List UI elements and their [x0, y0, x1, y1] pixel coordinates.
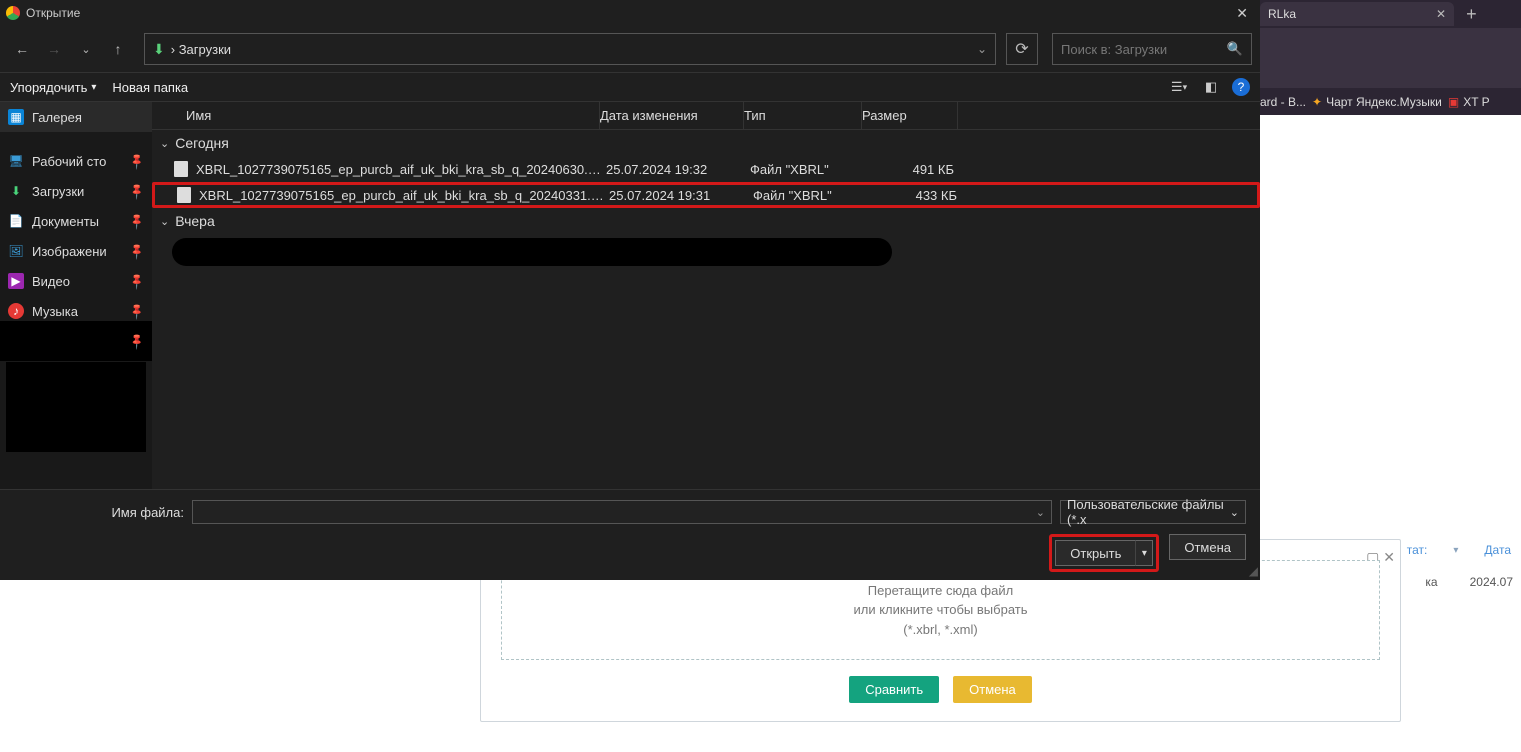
- organize-menu[interactable]: Упорядочить ▾: [10, 80, 96, 95]
- file-pane: Имя Дата изменения Тип Размер ⌄ Сегодня …: [152, 102, 1260, 489]
- gallery-icon: ▦: [8, 109, 24, 125]
- sidebar-item-documents[interactable]: 📄 Документы 📌: [0, 206, 152, 236]
- bookmark-item[interactable]: ✦Чарт Яндекс.Музыки: [1312, 95, 1442, 109]
- compare-button[interactable]: Сравнить: [849, 676, 939, 703]
- pin-icon: 📌: [128, 182, 147, 201]
- sidebar-item-downloads[interactable]: ⬇ Загрузки 📌: [0, 176, 152, 206]
- open-button-highlight: Открыть ▾: [1049, 534, 1159, 572]
- download-icon: ⬇: [8, 183, 24, 199]
- video-icon: ▶: [8, 273, 24, 289]
- pin-icon: 📌: [128, 242, 147, 261]
- tab-label: RLka: [1268, 7, 1296, 21]
- chevron-down-icon[interactable]: ⌄: [1036, 506, 1045, 519]
- col-name[interactable]: Имя: [180, 102, 600, 129]
- search-icon: 🔍: [1227, 41, 1243, 57]
- open-split-button[interactable]: ▾: [1135, 540, 1153, 566]
- nav-row: ← → ⌄ ↑ ⬇ › Загрузки ⌄ ⟳ 🔍: [0, 26, 1260, 72]
- table-header-fragment: тат: ▾ Дата: [1407, 543, 1511, 557]
- pin-icon: 📌: [128, 152, 147, 171]
- help-icon[interactable]: ?: [1232, 78, 1250, 96]
- browser-tab[interactable]: RLka ✕: [1260, 2, 1454, 26]
- sidebar-item-images[interactable]: 🖼 Изображени 📌: [0, 236, 152, 266]
- sidebar-item-redacted[interactable]: 📌: [0, 326, 152, 356]
- file-row[interactable]: XBRL_1027739075165_ep_purcb_aif_uk_bki_k…: [152, 182, 1260, 208]
- table-row-fragment: ка 2024.07: [1425, 575, 1513, 589]
- new-tab-button[interactable]: +: [1466, 4, 1477, 25]
- pin-icon: 📌: [128, 302, 147, 321]
- recent-dropdown[interactable]: ⌄: [72, 35, 100, 63]
- desktop-icon: 🖥: [8, 153, 24, 169]
- search-input[interactable]: [1061, 42, 1221, 57]
- dialog-title: Открытие: [26, 6, 80, 20]
- music-icon: ♪: [8, 303, 24, 319]
- column-headers[interactable]: Имя Дата изменения Тип Размер: [152, 102, 1260, 130]
- open-button[interactable]: Открыть: [1055, 540, 1135, 566]
- pin-icon: 📌: [128, 212, 147, 231]
- col-size[interactable]: Размер: [862, 102, 958, 129]
- group-header[interactable]: ⌄ Сегодня: [152, 130, 1260, 156]
- refresh-button[interactable]: ⟳: [1006, 33, 1038, 65]
- location-label: Загрузки: [179, 42, 231, 57]
- new-folder-button[interactable]: Новая папка: [112, 80, 188, 95]
- close-icon[interactable]: ✕: [1436, 7, 1446, 21]
- bookmark-item[interactable]: ▣XT P: [1448, 95, 1490, 109]
- close-icon[interactable]: ✕: [1230, 5, 1254, 22]
- forward-button[interactable]: →: [40, 35, 68, 63]
- back-button[interactable]: ←: [8, 35, 36, 63]
- filetype-filter[interactable]: Пользовательские файлы (*.x ⌄: [1060, 500, 1246, 524]
- document-icon: 📄: [8, 213, 24, 229]
- preview-pane-button[interactable]: ◧: [1200, 76, 1222, 98]
- pin-icon: 📌: [128, 272, 147, 291]
- filename-label: Имя файла:: [14, 505, 184, 520]
- file-list[interactable]: ⌄ Сегодня XBRL_1027739075165_ep_purcb_ai…: [152, 130, 1260, 489]
- cancel-button[interactable]: Отмена: [953, 676, 1032, 703]
- sidebar: ▦ Галерея 🖥 Рабочий сто 📌 ⬇ Загрузки 📌 📄…: [0, 102, 152, 489]
- search-box[interactable]: 🔍: [1052, 33, 1252, 65]
- col-type[interactable]: Тип: [744, 102, 862, 129]
- sort-icon[interactable]: ▾: [1453, 545, 1458, 556]
- redacted-row: [172, 238, 892, 266]
- bookmark-item[interactable]: ard - B...: [1260, 95, 1306, 109]
- chevron-down-icon[interactable]: ⌄: [977, 42, 987, 56]
- sidebar-item-gallery[interactable]: ▦ Галерея: [0, 102, 152, 132]
- image-icon: 🖼: [8, 243, 24, 259]
- bottom-bar: Имя файла: ⌄ Пользовательские файлы (*.x…: [0, 489, 1260, 580]
- chevron-down-icon: ⌄: [160, 215, 169, 228]
- address-bar[interactable]: ⬇ › Загрузки ⌄: [144, 33, 996, 65]
- group-header[interactable]: ⌄ Вчера: [152, 208, 1260, 234]
- toolbar: Упорядочить ▾ Новая папка ☰ ▾ ◧ ?: [0, 72, 1260, 102]
- chevron-down-icon: ⌄: [160, 137, 169, 150]
- file-open-dialog: Открытие ✕ ← → ⌄ ↑ ⬇ › Загрузки ⌄ ⟳ 🔍 Уп…: [0, 0, 1260, 580]
- chevron-down-icon: ▾: [91, 82, 96, 93]
- filename-input[interactable]: ⌄: [192, 500, 1052, 524]
- file-icon: [177, 187, 191, 203]
- up-button[interactable]: ↑: [104, 35, 132, 63]
- file-icon: [174, 161, 188, 177]
- cancel-button[interactable]: Отмена: [1169, 534, 1246, 560]
- sidebar-item-desktop[interactable]: 🖥 Рабочий сто 📌: [0, 146, 152, 176]
- titlebar: Открытие ✕: [0, 0, 1260, 26]
- view-mode-button[interactable]: ☰ ▾: [1168, 76, 1190, 98]
- download-icon: ⬇: [153, 41, 165, 58]
- col-date[interactable]: Дата изменения: [600, 102, 744, 129]
- sidebar-item-video[interactable]: ▶ Видео 📌: [0, 266, 152, 296]
- file-row[interactable]: XBRL_1027739075165_ep_purcb_aif_uk_bki_k…: [152, 156, 1260, 182]
- chrome-icon: [6, 6, 20, 20]
- resize-grip[interactable]: ◢: [1249, 564, 1258, 578]
- chevron-down-icon: ⌄: [1230, 506, 1239, 519]
